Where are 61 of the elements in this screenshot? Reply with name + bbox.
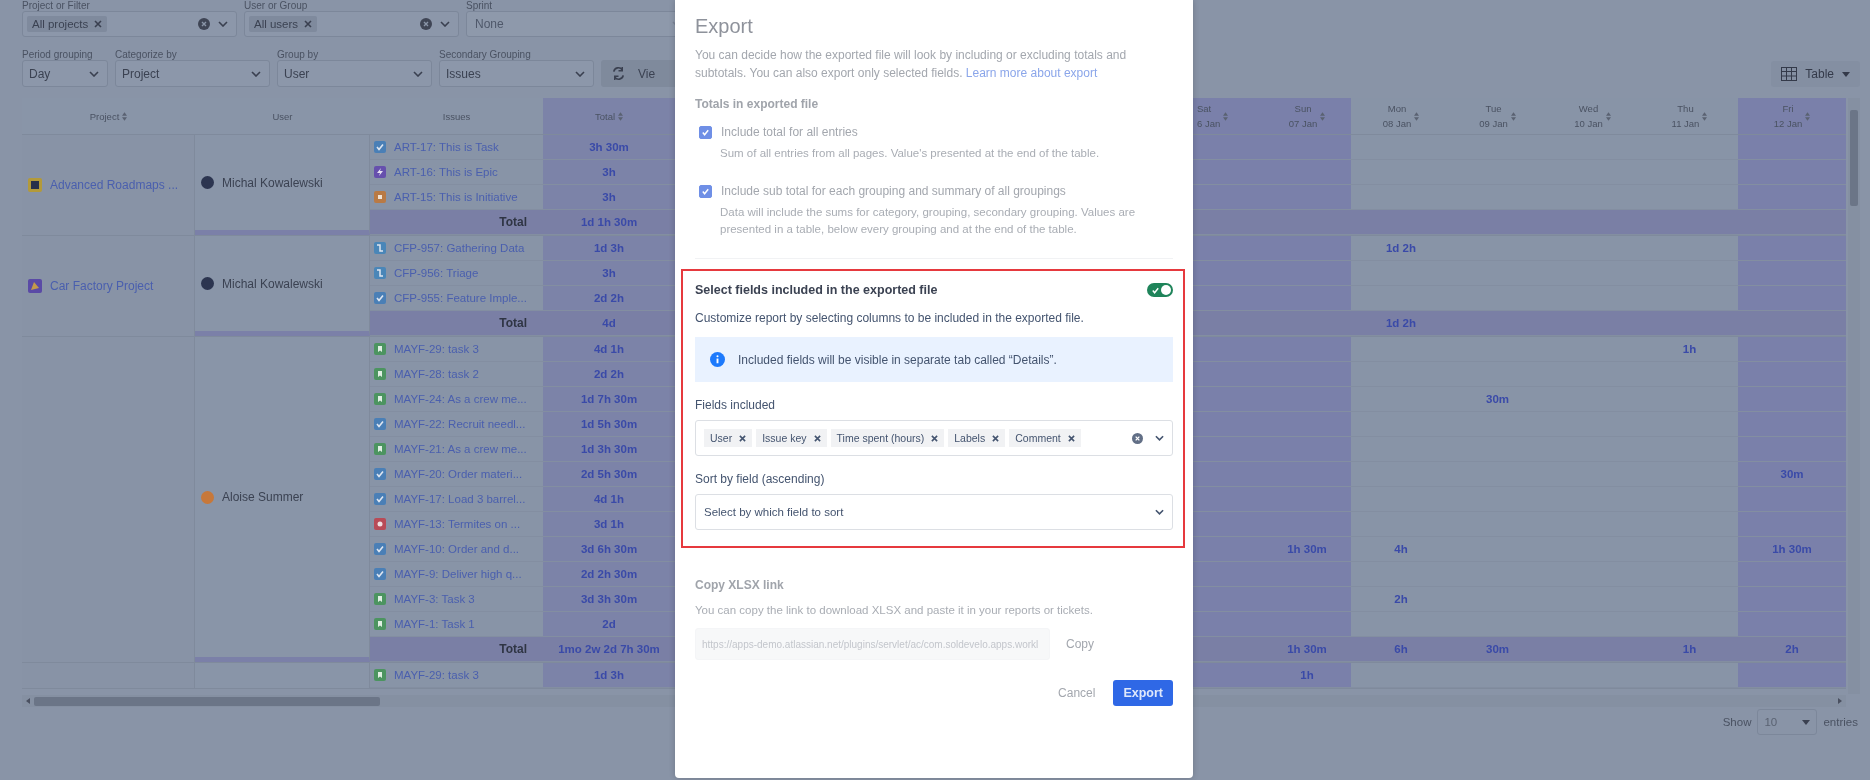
- table-cell: 1d 7h 30m: [543, 387, 675, 411]
- table-cell: 1d 5h 30m: [543, 412, 675, 436]
- table-cell: 3d 6h 30m: [543, 537, 675, 561]
- checkbox-label: Include sub total for each grouping and summary of all groupings: [721, 184, 1066, 198]
- placeholder-text: None: [474, 17, 504, 31]
- table-cell: 1d 3h 30m: [543, 437, 675, 461]
- table-cell: 4d 1h: [543, 337, 675, 361]
- table-cell: 4d 1h: [543, 487, 675, 511]
- filter-label: Project or Filter: [22, 0, 91, 11]
- table-cell-text: 6h: [1393, 642, 1409, 657]
- field-label: Fields included: [695, 398, 777, 412]
- checkbox-label: Include total for all entries: [721, 125, 858, 139]
- select-label: Secondary Grouping: [439, 49, 532, 60]
- table-cell: 2d: [543, 612, 675, 636]
- table-cell-text: Total: [498, 641, 528, 658]
- table-cell-text: 1h: [1681, 642, 1698, 657]
- table-cell-text: 1mo 2w 2d 7h 30m: [557, 642, 661, 657]
- table-cell: 3h: [543, 160, 675, 184]
- table-cell-text: 4d: [601, 316, 617, 331]
- table-cell: 3d 3h 30m: [543, 587, 675, 611]
- section-title: Select fields included in the exported file: [695, 283, 938, 297]
- table-cell: 2d 2h: [543, 286, 675, 310]
- table-cell: 3h: [543, 261, 675, 285]
- option-description: Data will include the sums for category, grouping, secondary grouping. Values are presented in a table, below every grouping and at the end of the table.: [720, 205, 1137, 237]
- table-cell-text: Total: [498, 315, 528, 332]
- select-label: Group by: [277, 49, 320, 60]
- section-heading: Totals in exported file: [695, 97, 820, 111]
- section-heading: Copy XLSX link: [695, 578, 785, 592]
- table-cell: 1d 3h: [543, 663, 675, 687]
- table-cell-text: 1d 2h: [1384, 316, 1417, 331]
- table-cell: 2d 2h: [543, 362, 675, 386]
- select-label: Categorize by: [115, 49, 178, 60]
- table-cell: 1h 30m: [1738, 537, 1846, 561]
- table-cell: 1d 3h: [543, 236, 675, 260]
- filter-label: User or Group: [244, 0, 309, 11]
- user-name: Aloise Summer: [222, 490, 304, 504]
- table-cell: 1h 30m: [1263, 537, 1351, 561]
- table-cell: 3h 30m: [543, 135, 675, 159]
- table-cell: 1h: [1263, 663, 1351, 687]
- table-cell-text: 2h: [1784, 642, 1800, 657]
- section-description: Customize report by selecting columns to be included in the exported file.: [695, 311, 1085, 325]
- dialog-title: Export: [695, 14, 754, 39]
- select-label: Period grouping: [22, 49, 94, 60]
- table-cell: 3d 1h: [543, 512, 675, 536]
- table-cell-text: 30m: [1485, 642, 1510, 657]
- table-cell: 3h: [543, 185, 675, 209]
- entries-label: entries: [1823, 716, 1858, 728]
- field-label: Sort by field (ascending): [695, 472, 826, 486]
- user-name: Michal Kowalewski: [222, 175, 323, 190]
- table-cell: 2d 2h 30m: [543, 562, 675, 586]
- filter-label: Sprint: [466, 0, 494, 11]
- show-label: Show: [1722, 716, 1752, 728]
- table-cell-text: 1d 1h 30m: [579, 215, 639, 230]
- table-cell: 2d 5h 30m: [543, 462, 675, 486]
- table-cell-text: 1h 30m: [1286, 642, 1328, 657]
- table-cell: 30m: [1738, 462, 1846, 486]
- info-text: Included fields will be visible in separate tab called “Details”.: [738, 352, 1057, 367]
- option-description: Sum of all entries from all pages. Value's presented at the end of the table.: [720, 146, 1101, 161]
- user-name: Michal Kowalewski: [222, 276, 323, 291]
- section-description: You can copy the link to download XLSX and paste it in your reports or tickets.: [695, 604, 1094, 616]
- table-cell-text: Total: [498, 214, 528, 231]
